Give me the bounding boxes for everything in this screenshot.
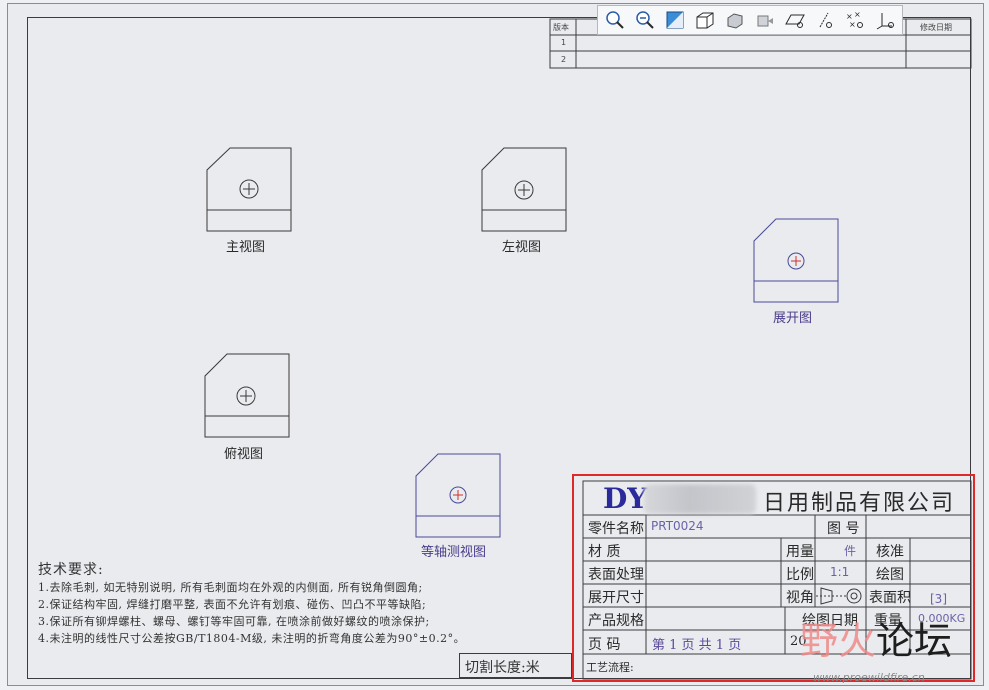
top-view-shape [204, 353, 290, 438]
watermark-dark-text: 论坛 [876, 619, 953, 663]
display-style-icon[interactable] [692, 8, 718, 32]
iso-view-label: 等轴测视图 [421, 545, 487, 560]
main-view-shape [206, 147, 292, 232]
iso-view-shape [415, 453, 501, 538]
watermark-colored-text: 野火 [800, 619, 877, 663]
revision-header-left: 版本 [553, 23, 569, 32]
datum-axis-icon[interactable] [812, 8, 838, 32]
tech-line-1: 1.去除毛刺, 如无特别说明, 所有毛刺面均在外观的内侧面, 所有锐角倒圆角; [38, 581, 423, 594]
tech-line-3: 3.保证所有铆焊螺柱、螺母、螺钉等牢固可靠, 在喷涂前做好螺纹的喷涂保护; [38, 615, 430, 628]
view-toolbar: × × × [597, 5, 903, 35]
cut-length: 切割长度:米 [459, 653, 572, 678]
zoom-out-icon[interactable] [632, 8, 658, 32]
top-view-label: 俯视图 [224, 447, 264, 462]
forum-watermark: 野火论坛 [800, 610, 952, 665]
svg-text:×: × [849, 20, 856, 29]
revision-row-2: 2 [561, 55, 567, 64]
datum-plane-icon[interactable] [782, 8, 808, 32]
technical-requirements: 技术要求: 1.去除毛刺, 如无特别说明, 所有毛刺面均在外观的内侧面, 所有锐… [38, 559, 465, 647]
refit-icon[interactable] [662, 8, 688, 32]
named-view-icon[interactable] [752, 8, 778, 32]
saved-views-icon[interactable] [722, 8, 748, 32]
coordinate-system-icon[interactable] [872, 8, 898, 32]
tech-line-4: 4.未注明的线性尺寸公差按GB/T1804-M级, 未注明的折弯角度公差为90°… [38, 632, 466, 645]
left-view-shape [481, 147, 567, 232]
revision-header-right: 修改日期 [920, 23, 952, 32]
tech-title: 技术要求: [38, 562, 104, 578]
unfold-view-label: 展开图 [773, 311, 813, 326]
unfold-view-shape [753, 218, 839, 303]
svg-text:×: × [854, 10, 861, 19]
left-view-label: 左视图 [502, 240, 542, 255]
tech-line-2: 2.保证结构牢固, 焊缝打磨平整, 表面不允许有划痕、碰伤、凹凸不平等缺陷; [38, 598, 427, 611]
zoom-in-icon[interactable] [602, 8, 628, 32]
revision-row-1: 1 [561, 38, 567, 47]
main-view-label: 主视图 [226, 240, 266, 255]
datum-point-icon[interactable]: × × × [842, 8, 868, 32]
watermark-url: www.proewildfire.cn [813, 671, 925, 684]
